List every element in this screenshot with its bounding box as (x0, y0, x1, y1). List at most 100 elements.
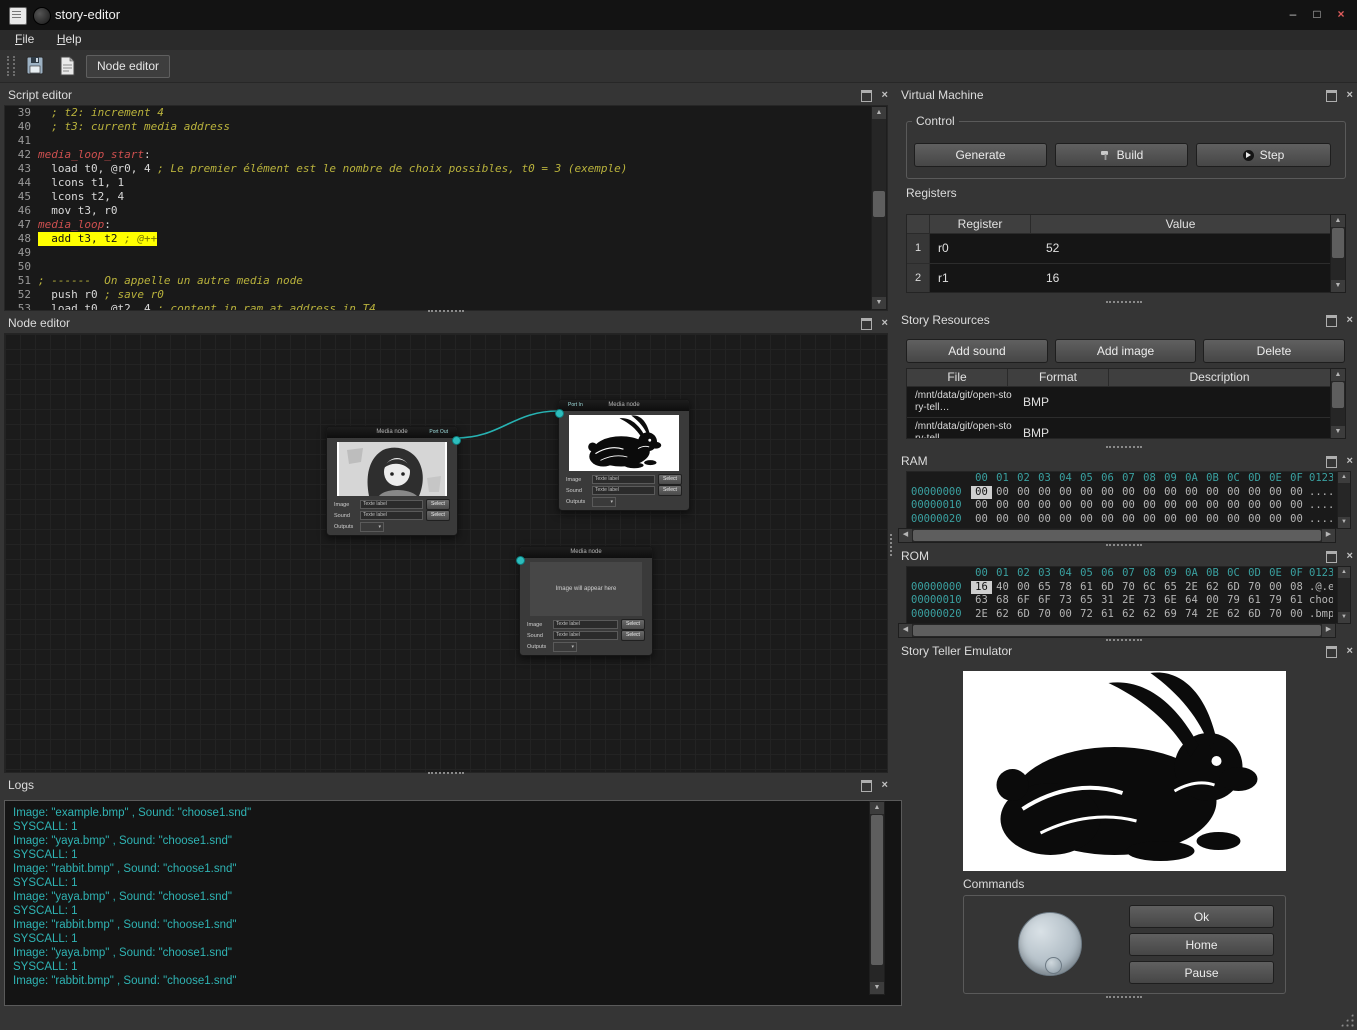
hex-byte[interactable]: 00 (992, 486, 1013, 500)
menu-help[interactable]: Help (48, 30, 91, 48)
sound-text-field[interactable]: Texte label (592, 486, 655, 495)
description-column-header[interactable]: Description (1109, 369, 1331, 386)
scroll-up-icon[interactable]: ▲ (870, 802, 884, 814)
splitter-handle[interactable] (428, 310, 464, 312)
node-editor-toolbutton[interactable]: Node editor (86, 55, 170, 78)
hex-byte[interactable]: 2E (1181, 581, 1202, 595)
scroll-up-icon[interactable]: ▲ (1338, 567, 1350, 578)
hex-byte[interactable]: 00 (1076, 499, 1097, 513)
hex-byte[interactable]: 00 (1118, 513, 1139, 527)
hex-byte[interactable]: 00 (1202, 486, 1223, 500)
hex-byte[interactable]: 00 (1223, 513, 1244, 527)
register-row[interactable]: 2r116 (907, 264, 1331, 293)
minimize-button[interactable]: – (1281, 6, 1305, 24)
title-bar[interactable]: story-editor – □ × (0, 0, 1357, 31)
undock-icon[interactable] (1326, 315, 1337, 327)
image-text-field[interactable]: Texte label (553, 620, 618, 629)
hex-byte[interactable]: 00 (1034, 499, 1055, 513)
value-column-header[interactable]: Value (1031, 215, 1331, 233)
splitter-handle[interactable] (1106, 996, 1142, 998)
panel-close-icon[interactable]: × (881, 318, 887, 329)
node-title-bar[interactable]: Media node Port Out (327, 427, 457, 438)
splitter-handle[interactable] (428, 772, 464, 774)
add-sound-button[interactable]: Add sound (906, 339, 1048, 363)
scrollbar-thumb[interactable] (873, 191, 885, 217)
hex-byte[interactable]: 00 (971, 499, 992, 513)
sound-text-field[interactable]: Texte label (360, 511, 423, 520)
scrollbar-vertical[interactable]: ▲ ▼ (869, 801, 885, 995)
image-text-field[interactable]: Texte label (360, 500, 423, 509)
resize-grip[interactable] (1340, 1013, 1354, 1027)
outputs-combo[interactable]: ▾ (592, 497, 616, 507)
media-node-2[interactable]: Media node Port In ImageTexte labelSelec… (558, 399, 690, 511)
hex-byte[interactable]: 6D (1097, 581, 1118, 595)
hex-byte[interactable]: 68 (992, 594, 1013, 608)
hex-byte[interactable]: 00 (1202, 513, 1223, 527)
scroll-down-icon[interactable]: ▼ (872, 297, 886, 309)
hex-byte[interactable]: 00 (1244, 513, 1265, 527)
hex-byte[interactable]: 08 (1286, 581, 1307, 595)
save-button[interactable] (22, 53, 48, 79)
panel-close-icon[interactable]: × (1346, 315, 1352, 326)
registers-table[interactable]: Register Value 1r0522r116 (906, 214, 1332, 293)
input-port[interactable] (516, 556, 525, 565)
hex-byte[interactable]: 62 (1139, 608, 1160, 622)
hex-byte[interactable]: 00 (1034, 513, 1055, 527)
hex-byte[interactable]: 00 (1181, 513, 1202, 527)
media-node-3[interactable]: Media node Image will appear here ImageT… (519, 546, 653, 656)
input-port[interactable] (555, 409, 564, 418)
scrollbar-horizontal[interactable]: ◀ ▶ (898, 623, 1336, 638)
ok-button[interactable]: Ok (1129, 905, 1274, 928)
sound-text-field[interactable]: Texte label (553, 631, 618, 640)
column-splitter-handle[interactable] (890, 534, 892, 556)
close-button[interactable]: × (1329, 6, 1353, 24)
hex-byte[interactable]: 00 (992, 499, 1013, 513)
hex-byte[interactable]: 00 (971, 513, 992, 527)
hex-byte[interactable]: 2E (1202, 608, 1223, 622)
sound-select-button[interactable]: Select (621, 630, 645, 641)
hex-byte[interactable]: 62 (1118, 608, 1139, 622)
hex-byte[interactable]: 00 (1244, 499, 1265, 513)
hex-byte[interactable]: 00 (1181, 486, 1202, 500)
scroll-down-icon[interactable]: ▼ (1338, 612, 1350, 623)
scroll-left-icon[interactable]: ◀ (899, 624, 912, 637)
ram-hex-view[interactable]: 000102030405060708090A0B0C0D0E0F01234567… (906, 471, 1338, 529)
scrollbar-thumb[interactable] (913, 625, 1321, 636)
hex-byte[interactable]: 62 (1202, 581, 1223, 595)
node-title-bar[interactable]: Media node Port In (559, 400, 689, 411)
scroll-right-icon[interactable]: ▶ (1322, 624, 1335, 637)
hex-byte[interactable]: 6F (1034, 594, 1055, 608)
output-port[interactable] (452, 436, 461, 445)
undock-icon[interactable] (1326, 456, 1337, 468)
hex-byte[interactable]: 00 (1181, 499, 1202, 513)
format-column-header[interactable]: Format (1008, 369, 1109, 386)
scrollbar-vertical[interactable]: ▲ ▼ (871, 106, 887, 310)
hex-byte[interactable]: 00 (992, 513, 1013, 527)
scrollbar-vertical[interactable]: ▲ ▼ (1330, 214, 1346, 293)
hex-byte[interactable]: 16 (971, 581, 992, 595)
hex-byte[interactable]: 00 (1118, 499, 1139, 513)
build-button[interactable]: Build (1055, 143, 1188, 167)
hex-byte[interactable]: 00 (1139, 513, 1160, 527)
image-select-button[interactable]: Select (426, 499, 450, 510)
resources-table[interactable]: File Format Description /mnt/data/git/op… (906, 368, 1332, 439)
scrollbar-vertical[interactable]: ▲ ▼ (1330, 368, 1346, 439)
sound-select-button[interactable]: Select (426, 510, 450, 521)
rom-hex-view[interactable]: 000102030405060708090A0B0C0D0E0F01234567… (906, 566, 1338, 624)
splitter-handle[interactable] (1106, 639, 1142, 641)
image-select-button[interactable]: Select (658, 474, 682, 485)
hex-byte[interactable]: 00 (1076, 486, 1097, 500)
scroll-down-icon[interactable]: ▼ (870, 982, 884, 994)
hex-byte[interactable]: 00 (1097, 513, 1118, 527)
register-column-header[interactable]: Register (930, 215, 1031, 233)
hex-byte[interactable]: 65 (1034, 581, 1055, 595)
hex-byte[interactable]: 6D (1013, 608, 1034, 622)
generate-button[interactable]: Generate (914, 143, 1047, 167)
hex-byte[interactable]: 00 (1223, 486, 1244, 500)
hex-byte[interactable]: 70 (1265, 608, 1286, 622)
delete-button[interactable]: Delete (1203, 339, 1345, 363)
hex-byte[interactable]: 00 (1202, 499, 1223, 513)
hex-byte[interactable]: 00 (1118, 486, 1139, 500)
media-node-1[interactable]: Media node Port Out ImageTexte labelSele… (326, 426, 458, 536)
image-text-field[interactable]: Texte label (592, 475, 655, 484)
